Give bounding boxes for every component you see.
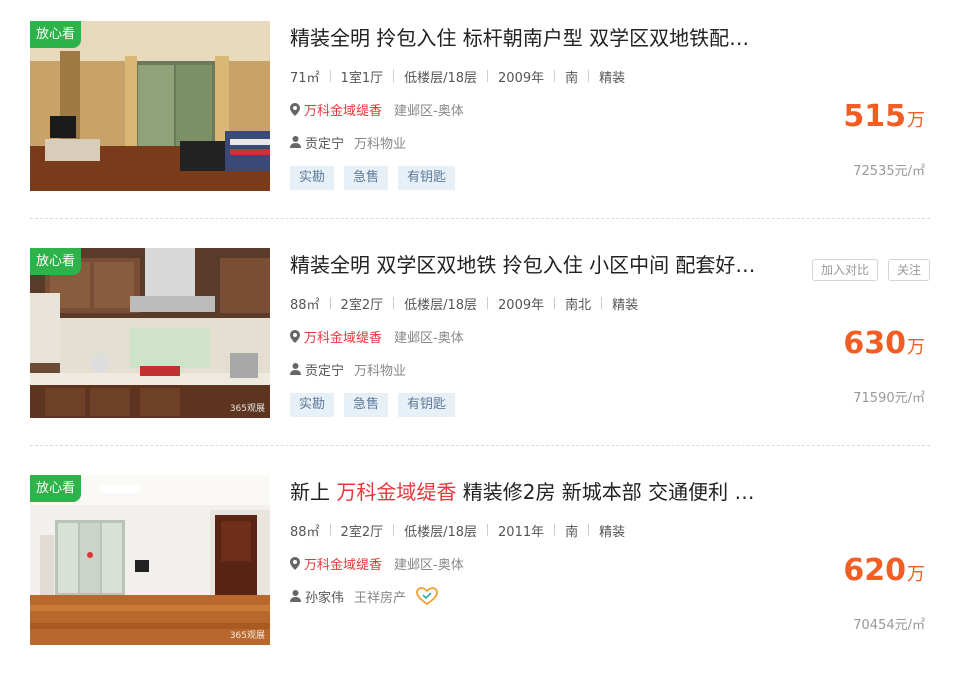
total-price: 630万 — [843, 326, 925, 361]
district-link[interactable]: 建邺区-奥体 — [394, 327, 464, 346]
location-row: 万科金域缇香 建邺区-奥体 — [290, 326, 464, 346]
agent-row: 孙家伟 王祥房产 — [290, 586, 438, 606]
decoration-value: 精装 — [599, 524, 626, 540]
listing-card: 放心看 精装全明 拎包入住 标杆朝南户型 双学区双地铁配… 71㎡ 1室1厅 低… — [30, 0, 930, 227]
layout-value: 2室2厅 — [340, 297, 384, 313]
decoration-value: 精装 — [612, 297, 639, 313]
orientation-value: 南北 — [565, 297, 592, 313]
agent-row: 贡定宁 万科物业 — [290, 132, 406, 152]
map-pin-icon — [290, 556, 300, 570]
map-pin-icon — [290, 102, 300, 116]
price-number: 515 — [843, 99, 906, 134]
tag-inspected: 实勘 — [290, 166, 335, 190]
photo-watermark: 365观展 — [229, 631, 265, 641]
location-row: 万科金域缇香 建邺区-奥体 — [290, 553, 464, 573]
floor-value: 低楼层/18层 — [404, 524, 478, 540]
title-prefix: 新上 — [290, 480, 337, 504]
decoration-value: 精装 — [599, 70, 626, 86]
price-number: 620 — [843, 553, 906, 588]
listing-divider — [30, 445, 930, 446]
agent-name[interactable]: 贡定宁 — [305, 133, 344, 152]
house-attributes: 88㎡ 2室2厅 低楼层/18层 2009年 南北 精装 — [290, 293, 638, 313]
house-attributes: 88㎡ 2室2厅 低楼层/18层 2011年 南 精装 — [290, 520, 625, 540]
area-value: 88㎡ — [290, 297, 320, 313]
unit-price: 72535元/㎡ — [853, 164, 925, 179]
agent-row: 贡定宁 万科物业 — [290, 359, 406, 379]
floor-value: 低楼层/18层 — [404, 297, 478, 313]
map-pin-icon — [290, 329, 300, 343]
year-value: 2011年 — [498, 524, 545, 540]
listing-title-link[interactable]: 新上 万科金域缇香 精装修2房 新城本部 交通便利 … — [290, 478, 800, 506]
listing-actions: 加入对比 关注 — [802, 259, 930, 281]
price-unit: 万 — [907, 564, 925, 585]
location-row: 万科金域缇香 建邺区-奥体 — [290, 99, 464, 119]
layout-value: 1室1厅 — [340, 70, 384, 86]
listing-divider — [30, 218, 930, 219]
listing-photo[interactable]: 放心看 365观展 — [30, 248, 270, 418]
tag-urgent-sale: 急售 — [344, 166, 389, 190]
community-link[interactable]: 万科金域缇香 — [304, 554, 382, 573]
trust-badge: 放心看 — [30, 21, 82, 48]
agent-name[interactable]: 孙家伟 — [305, 587, 344, 606]
person-icon — [290, 363, 301, 375]
heart-badge-icon[interactable] — [416, 587, 438, 605]
district-link[interactable]: 建邺区-奥体 — [394, 554, 464, 573]
tag-urgent-sale: 急售 — [344, 393, 389, 417]
price-number: 630 — [843, 326, 906, 361]
agent-name[interactable]: 贡定宁 — [305, 360, 344, 379]
orientation-value: 南 — [565, 70, 579, 86]
listing-title-link[interactable]: 精装全明 拎包入住 标杆朝南户型 双学区双地铁配… — [290, 24, 800, 52]
tag-has-key: 有钥匙 — [398, 166, 456, 190]
follow-button[interactable]: 关注 — [887, 259, 930, 281]
price-unit: 万 — [907, 337, 925, 358]
total-price: 515万 — [843, 99, 925, 134]
area-value: 71㎡ — [290, 70, 320, 86]
photo-watermark: 365观展 — [229, 404, 265, 414]
listing-title-link[interactable]: 精装全明 双学区双地铁 拎包入住 小区中间 配套好… — [290, 251, 800, 279]
house-attributes: 71㎡ 1室1厅 低楼层/18层 2009年 南 精装 — [290, 66, 625, 86]
agent-company: 万科物业 — [354, 136, 407, 152]
agent-company: 王祥房产 — [354, 590, 407, 606]
title-rest: 精装修2房 新城本部 交通便利 … — [456, 480, 755, 504]
year-value: 2009年 — [498, 70, 545, 86]
trust-badge: 放心看 — [30, 248, 82, 275]
person-icon — [290, 136, 301, 148]
listing-photo[interactable]: 放心看 365观展 — [30, 475, 270, 645]
year-value: 2009年 — [498, 297, 545, 313]
layout-value: 2室2厅 — [340, 524, 384, 540]
price-unit: 万 — [907, 110, 925, 131]
listing-photo[interactable]: 放心看 — [30, 21, 270, 191]
unit-price: 70454元/㎡ — [853, 618, 925, 633]
title-highlight: 万科金域缇香 — [336, 480, 457, 504]
agent-company: 万科物业 — [354, 363, 407, 379]
trust-badge: 放心看 — [30, 475, 82, 502]
district-link[interactable]: 建邺区-奥体 — [394, 100, 464, 119]
orientation-value: 南 — [565, 524, 579, 540]
person-icon — [290, 590, 301, 602]
listing-card: 放心看 365观展 精装全明 双学区双地铁 拎包入住 小区中间 配套好… 加入对… — [30, 227, 930, 454]
add-compare-button[interactable]: 加入对比 — [811, 259, 878, 281]
listing-card: 放心看 365观展 新上 万科金域缇香 精装修2房 新城本部 交通便利 … 88… — [30, 454, 930, 676]
total-price: 620万 — [843, 553, 925, 588]
tag-has-key: 有钥匙 — [398, 393, 456, 417]
community-link[interactable]: 万科金域缇香 — [304, 327, 382, 346]
unit-price: 71590元/㎡ — [853, 391, 925, 406]
community-link[interactable]: 万科金域缇香 — [304, 100, 382, 119]
tag-inspected: 实勘 — [290, 393, 335, 417]
area-value: 88㎡ — [290, 524, 320, 540]
tag-list: 实勘 急售 有钥匙 — [290, 393, 465, 417]
floor-value: 低楼层/18层 — [404, 70, 478, 86]
tag-list: 实勘 急售 有钥匙 — [290, 166, 465, 190]
